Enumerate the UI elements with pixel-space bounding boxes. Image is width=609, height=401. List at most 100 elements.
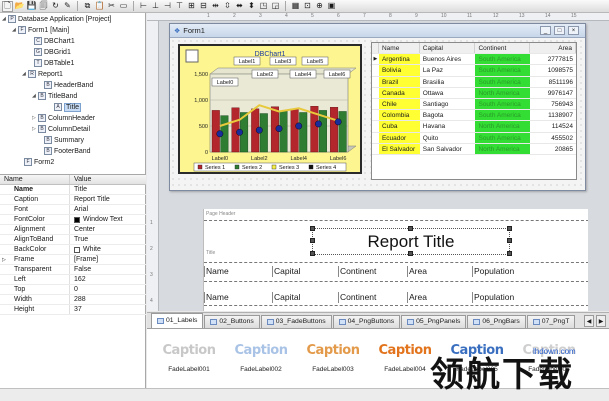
tree-node-project[interactable]: ◢ P Database Application [Project]	[2, 14, 111, 24]
grid-cell-continent[interactable]: South America	[475, 110, 531, 121]
resize-handle[interactable]	[310, 251, 315, 256]
tree-node-summary[interactable]: B Summary	[38, 135, 84, 145]
align-left-icon[interactable]: ⊢	[138, 1, 149, 12]
table-row[interactable]: El Salvador San Salvador North America 2086…	[372, 143, 576, 155]
resize-handle[interactable]	[507, 238, 512, 243]
align-center-icon[interactable]: ⊥	[150, 1, 161, 12]
property-value[interactable]: 288	[70, 295, 86, 304]
property-row[interactable]: Name Title	[0, 185, 146, 195]
property-row[interactable]: BackColor White	[0, 245, 146, 255]
tab-01-labels[interactable]: 01_Labels	[151, 313, 204, 328]
column-header-continent[interactable]: Continent	[338, 266, 402, 277]
grid-cell-name[interactable]: Cuba	[378, 121, 420, 132]
tree-node-dbtable1[interactable]: T DBTable1	[28, 58, 74, 68]
scroll-left-icon[interactable]: ◀	[584, 315, 594, 327]
copy-icon[interactable]: ⧉	[82, 1, 93, 12]
fade-label-component[interactable]: Caption FadeLabel004	[375, 343, 435, 373]
grid-cell-area[interactable]: 1098575	[530, 65, 576, 75]
grid-cell-continent[interactable]: North America	[475, 121, 531, 132]
grid-cell-area[interactable]: 455502	[530, 133, 576, 143]
tab-06-pngbars[interactable]: 06_PngBars	[467, 315, 526, 328]
cut-icon[interactable]: ✂	[106, 1, 117, 12]
form1-titlebar[interactable]: ❖ Form1 _ □ ×	[170, 24, 585, 38]
resize-handle[interactable]	[408, 226, 413, 231]
tree-node-columndetail[interactable]: ▷ B ColumnDetail	[32, 124, 90, 134]
tree-node-columnheader[interactable]: ▷ B ColumnHeader	[32, 113, 95, 123]
table-row[interactable]: Cuba Havana North America 114524	[372, 121, 576, 133]
property-value[interactable]: 162	[70, 275, 86, 284]
grid-cell-area[interactable]: 114524	[530, 121, 576, 131]
property-value[interactable]: 37	[70, 305, 82, 314]
property-value[interactable]: True	[70, 235, 88, 244]
table-row[interactable]: Brazil Brasilia South America 8511196	[372, 76, 576, 88]
resize-handle[interactable]	[507, 251, 512, 256]
property-row[interactable]: Alignment Center	[0, 225, 146, 235]
property-row[interactable]: Height 37	[0, 305, 146, 315]
property-row[interactable]: Left 162	[0, 275, 146, 285]
grid-header-area[interactable]: Area	[530, 43, 576, 54]
report1-designer[interactable]: Page Header Title Report Title Name Capit…	[203, 209, 588, 311]
tree-node-dbgrid1[interactable]: G DBGrid1	[28, 47, 71, 57]
dbchart1[interactable]: DBChart1 1,500 1,000 500 0 Label1 Label3 Label5…	[178, 44, 362, 174]
dbgrid1[interactable]: Name Capital Continent Area ▶ Argentina Bu…	[371, 42, 577, 180]
grid-header-capital[interactable]: Capital	[419, 43, 476, 54]
table-row[interactable]: Canada Ottawa North America 9976147	[372, 87, 576, 99]
design-surface[interactable]: 1 2 3 4 5 6 7 8 9 10 11 12 13 14 15 1234 ❖ Form1 _ □ ×…	[147, 13, 609, 311]
grid-icon[interactable]: ▦	[290, 1, 301, 12]
grid-cell-capital[interactable]: San Salvador	[419, 143, 476, 154]
grid-cell-continent[interactable]: North America	[475, 87, 531, 98]
tab-05-pngpanels[interactable]: 05_PngPanels	[401, 315, 467, 328]
tree-node-headerband[interactable]: B HeaderBand	[38, 80, 93, 90]
fade-label-component[interactable]: Caption FadeLabel003	[303, 343, 363, 373]
property-value[interactable]: Arial	[70, 205, 88, 214]
space-horizontal-icon[interactable]: ⇹	[210, 1, 221, 12]
save-icon[interactable]: 💾	[26, 1, 37, 12]
tree-node-dbchart1[interactable]: C DBChart1	[28, 36, 75, 46]
same-width-icon[interactable]: ⬌	[234, 1, 245, 12]
grid-cell-capital[interactable]: Bagota	[419, 110, 476, 121]
column-header-area[interactable]: Area	[407, 266, 467, 277]
grid-cell-name[interactable]: Brazil	[378, 76, 420, 87]
property-row[interactable]: Caption Report Title	[0, 195, 146, 205]
paste-icon[interactable]: 📋	[94, 1, 105, 12]
column-detail-name[interactable]: Name	[204, 292, 268, 303]
grid-cell-area[interactable]: 20865	[530, 144, 576, 154]
grid-cell-area[interactable]: 9976147	[530, 88, 576, 98]
tree-node-form1[interactable]: ◢ F Form1 [Main]	[12, 25, 69, 35]
table-row[interactable]: Chile Santiago South America 756943	[372, 98, 576, 111]
grid-cell-capital[interactable]: Buenos Aires	[419, 54, 476, 65]
grid-header-continent[interactable]: Continent	[475, 43, 531, 54]
column-detail-area[interactable]: Area	[407, 292, 467, 303]
zoom-icon[interactable]: ⊕	[314, 1, 325, 12]
property-name-header[interactable]: Name	[0, 175, 70, 184]
grid-cell-continent[interactable]: South America	[475, 54, 531, 65]
resize-handle[interactable]	[310, 238, 315, 243]
column-header-name[interactable]: Name	[204, 266, 268, 277]
column-detail-continent[interactable]: Continent	[338, 292, 402, 303]
bring-front-icon[interactable]: ◳	[258, 1, 269, 12]
tab-07-pngt[interactable]: 07_PngT	[526, 315, 576, 328]
close-button[interactable]: ×	[568, 26, 579, 35]
grid-cell-name[interactable]: El Salvador	[378, 143, 420, 154]
snap-icon[interactable]: ⊡	[302, 1, 313, 12]
tab-03-fadebuttons[interactable]: 03_FadeButtons	[260, 315, 332, 328]
grid-cell-capital[interactable]: La Paz	[419, 65, 476, 76]
scroll-right-icon[interactable]: ▶	[596, 315, 606, 327]
new-icon[interactable]: 🗋	[2, 0, 13, 12]
property-value[interactable]: White	[70, 245, 101, 254]
grid-cell-capital[interactable]: Ottawa	[419, 87, 476, 98]
preview-icon[interactable]: ▣	[326, 1, 337, 12]
resize-handle[interactable]	[507, 226, 512, 231]
fade-label-component[interactable]: Caption FadeLabel002	[231, 343, 291, 373]
property-row[interactable]: Top 0	[0, 285, 146, 295]
tree-node-titleband[interactable]: ◢ B TitleBand	[32, 91, 77, 101]
grid-cell-name[interactable]: Argentina	[378, 54, 420, 65]
grid-cell-continent[interactable]: North America	[475, 143, 531, 154]
refresh-icon[interactable]: ↻	[50, 1, 61, 12]
grid-cell-name[interactable]: Canada	[378, 87, 420, 98]
tree-node-footerband[interactable]: B FooterBand	[38, 146, 91, 156]
column-detail-population[interactable]: Population	[472, 292, 542, 303]
maximize-button[interactable]: □	[554, 26, 565, 35]
grid-cell-area[interactable]: 2777815	[530, 54, 576, 64]
property-row[interactable]: Transparent False	[0, 265, 146, 275]
